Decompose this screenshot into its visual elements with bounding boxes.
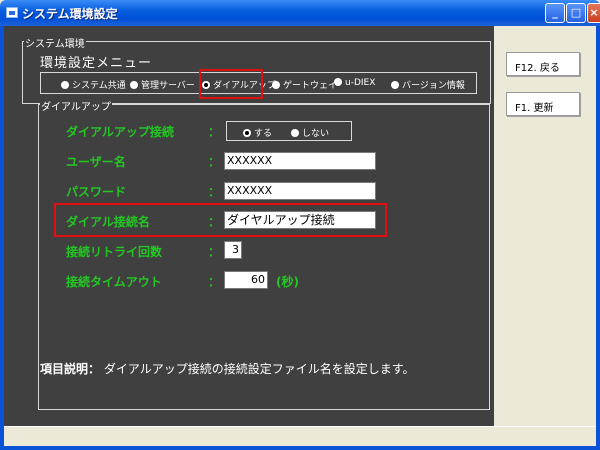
status-bar	[4, 426, 596, 446]
colon: ：	[208, 245, 221, 259]
window-frame-bottom	[0, 446, 600, 450]
minimize-button[interactable]: _	[545, 3, 565, 23]
connection-name-highlight	[54, 203, 387, 237]
window-frame-right	[596, 26, 600, 450]
radio-icon	[334, 78, 342, 86]
radio-selected-icon	[243, 129, 251, 137]
tab-label: システム共通	[72, 81, 126, 91]
tab-admin-server[interactable]: 管理サーバー	[130, 78, 195, 91]
radio-icon	[61, 81, 69, 89]
password-label: パスワード	[66, 185, 127, 199]
back-button[interactable]: F12. 戻る	[506, 52, 580, 76]
update-button[interactable]: F1. 更新	[506, 92, 580, 116]
username-input[interactable]: XXXXXX	[224, 152, 376, 170]
dialup-connect-yes[interactable]: する	[243, 126, 272, 139]
timeout-input[interactable]: 60	[224, 271, 268, 289]
tab-system-common[interactable]: システム共通	[61, 78, 126, 91]
system-env-group-title: システム環境	[24, 35, 86, 50]
close-icon: ×	[589, 6, 599, 19]
dialup-tab-highlight	[199, 69, 263, 99]
colon: ：	[208, 275, 221, 289]
tab-version-info[interactable]: バージョン情報	[391, 78, 465, 91]
title-bar[interactable]: システム環境設定 _ □ ×	[0, 0, 600, 26]
right-sidebar	[494, 26, 596, 426]
radio-icon	[272, 81, 280, 89]
radio-icon	[291, 129, 299, 137]
description-text: ダイアルアップ接続の接続設定ファイル名を設定します。	[103, 362, 415, 376]
dialup-connect-no[interactable]: しない	[291, 126, 329, 139]
timeout-unit: (秒)	[276, 275, 299, 289]
tab-gateway[interactable]: ゲートウェイ	[272, 78, 338, 91]
menu-heading: 環境設定メニュー	[40, 56, 153, 71]
close-button[interactable]: ×	[587, 3, 600, 23]
maximize-icon: □	[570, 6, 582, 19]
maximize-button[interactable]: □	[566, 3, 586, 23]
colon: ：	[208, 185, 221, 199]
description-label: 項目説明：	[40, 362, 101, 376]
retry-count-input[interactable]: 3	[224, 241, 242, 259]
tab-u-diex[interactable]: u-DIEX	[334, 78, 375, 90]
tab-label: 管理サーバー	[141, 81, 195, 91]
colon: ：	[208, 155, 221, 169]
dialup-group-title: ダイアルアップ	[40, 98, 112, 113]
tab-label: ゲートウェイ	[283, 81, 338, 91]
radio-icon	[391, 81, 399, 89]
window-title: システム環境設定	[22, 7, 118, 21]
radio-icon	[130, 81, 138, 89]
option-label: しない	[302, 129, 330, 139]
dialup-connect-radio-group: する しない	[226, 121, 352, 141]
option-label: する	[254, 129, 273, 139]
minimize-icon: _	[552, 6, 558, 19]
retry-label: 接続リトライ回数	[66, 245, 163, 259]
username-label: ユーザー名	[66, 155, 126, 169]
dialup-connect-label: ダイアルアップ接続	[66, 125, 174, 139]
tab-label: u-DIEX	[345, 78, 376, 88]
colon: ：	[208, 125, 221, 139]
tab-label: バージョン情報	[402, 81, 465, 91]
password-input[interactable]: XXXXXX	[224, 182, 376, 200]
item-description: 項目説明： ダイアルアップ接続の接続設定ファイル名を設定します。	[40, 360, 415, 377]
app-icon	[6, 7, 18, 18]
timeout-label: 接続タイムアウト	[66, 275, 162, 289]
